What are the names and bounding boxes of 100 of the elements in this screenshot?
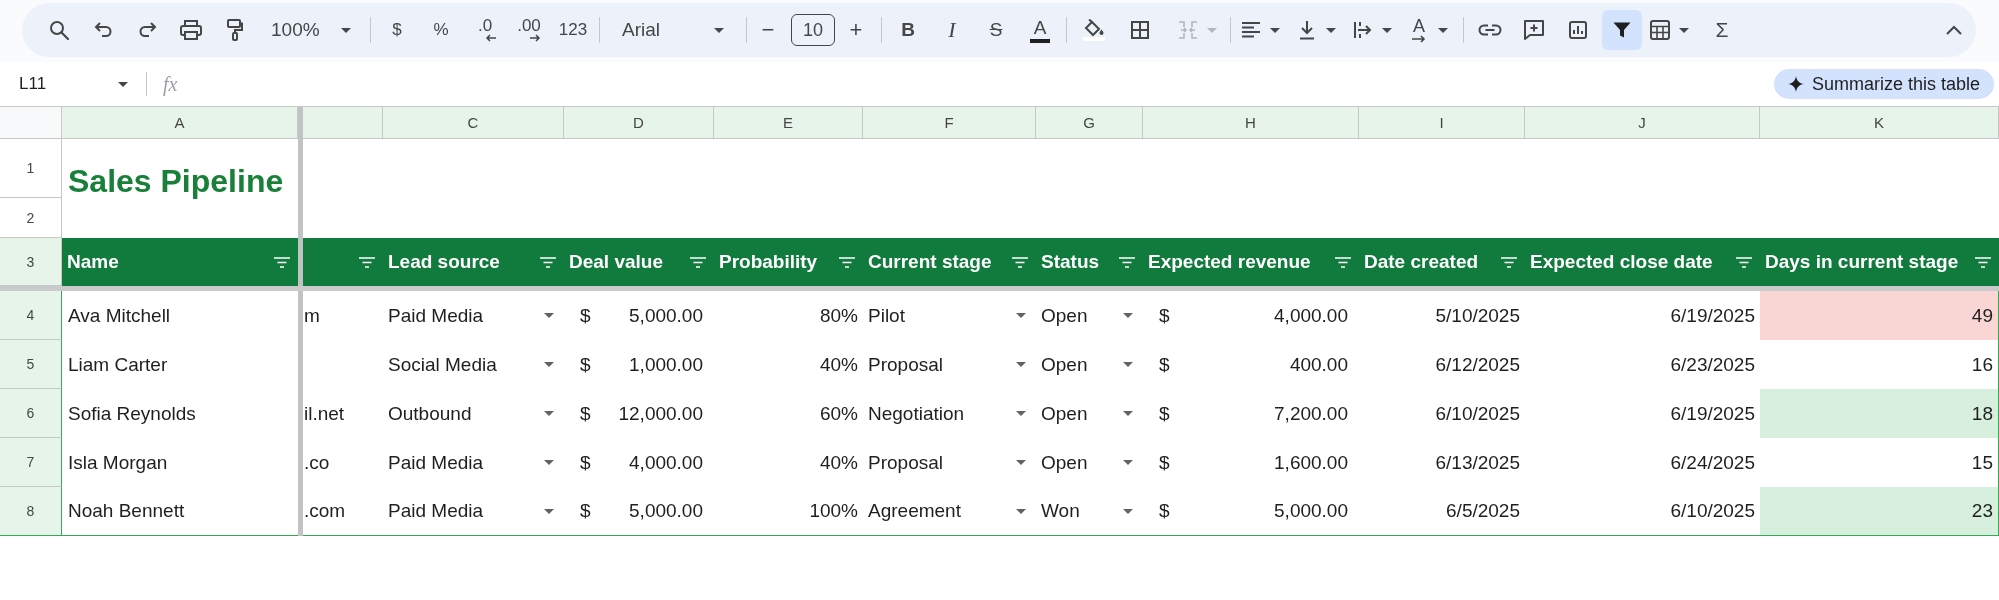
caret-icon bbox=[341, 27, 351, 33]
percent-format-button[interactable]: % bbox=[419, 10, 463, 50]
bar-arrow-icon bbox=[1353, 21, 1373, 39]
text-color-button[interactable]: A bbox=[1018, 10, 1062, 50]
dropdown-cell[interactable]: Proposal bbox=[863, 340, 1036, 389]
column-header[interactable]: I bbox=[1359, 107, 1525, 139]
font-size-field[interactable]: 10 bbox=[791, 14, 835, 46]
number-format-button[interactable]: 123 bbox=[551, 10, 595, 50]
caret-icon bbox=[544, 362, 554, 367]
dropdown-cell[interactable]: Open bbox=[1036, 340, 1143, 389]
summarize-button[interactable]: Summarize this table bbox=[1773, 69, 1994, 99]
table-cell-text: 6/19/2025 bbox=[1669, 303, 1756, 328]
right-arrow-icon bbox=[529, 34, 541, 42]
column-header[interactable]: A bbox=[62, 107, 298, 139]
column-header[interactable]: G bbox=[1036, 107, 1143, 139]
amount-value: 400.00 bbox=[1289, 353, 1348, 376]
caret-icon bbox=[1016, 362, 1026, 367]
italic-button[interactable]: I bbox=[930, 10, 974, 50]
filter-icon[interactable] bbox=[359, 256, 375, 268]
row-header[interactable]: 2 bbox=[0, 198, 62, 238]
caret-icon bbox=[1679, 27, 1689, 33]
dropdown-cell[interactable]: Paid Media bbox=[383, 291, 564, 340]
filter-icon[interactable] bbox=[1975, 256, 1991, 268]
strikethrough-button[interactable]: S bbox=[974, 10, 1018, 50]
filter-icon[interactable] bbox=[1736, 256, 1752, 268]
dropdown-cell[interactable]: Pilot bbox=[863, 291, 1036, 340]
filter-icon[interactable] bbox=[1119, 256, 1135, 268]
row-header[interactable]: 7 bbox=[0, 438, 62, 487]
header-label: Expected revenue bbox=[1148, 251, 1311, 273]
printer-icon bbox=[180, 20, 202, 40]
dropdown-cell[interactable]: Agreement bbox=[863, 487, 1036, 536]
column-header[interactable]: J bbox=[1525, 107, 1760, 139]
table-cell: 18 bbox=[1760, 389, 1999, 438]
caret-icon bbox=[544, 508, 554, 514]
column-header[interactable]: K bbox=[1760, 107, 1999, 139]
dropdown-cell[interactable]: Negotiation bbox=[863, 389, 1036, 438]
sparkle-icon bbox=[1787, 76, 1804, 92]
caret-icon bbox=[1123, 362, 1133, 367]
decrease-font-size-button[interactable]: − bbox=[751, 10, 785, 50]
table-cell-text: 80% bbox=[818, 303, 859, 328]
currency-symbol: $ bbox=[580, 451, 591, 474]
dropdown-cell[interactable]: Outbound bbox=[383, 389, 564, 438]
column-header[interactable]: C bbox=[383, 107, 564, 139]
increase-font-size-button[interactable]: + bbox=[835, 10, 877, 50]
row-header[interactable]: 1 bbox=[0, 139, 62, 198]
table-cell-text: m bbox=[303, 303, 321, 328]
dropdown-cell[interactable]: Open bbox=[1036, 291, 1143, 340]
dropdown-cell[interactable]: Social Media bbox=[383, 340, 564, 389]
column-header[interactable]: H bbox=[1143, 107, 1359, 139]
filter-icon bbox=[1613, 22, 1631, 38]
filter-button[interactable] bbox=[1602, 10, 1642, 50]
caret-icon bbox=[1123, 313, 1133, 318]
row-header[interactable]: 6 bbox=[0, 389, 62, 438]
dropdown-cell[interactable]: Proposal bbox=[863, 438, 1036, 487]
currency-symbol: $ bbox=[1159, 353, 1170, 376]
table-cell: 23 bbox=[1760, 487, 1999, 536]
amount-value: 1,000.00 bbox=[629, 353, 703, 376]
filter-icon[interactable] bbox=[1012, 256, 1028, 268]
row-header[interactable]: 8 bbox=[0, 487, 62, 536]
row-header[interactable]: 4 bbox=[0, 291, 62, 340]
dropdown-cell[interactable]: Won bbox=[1036, 487, 1143, 536]
row-header[interactable]: 5 bbox=[0, 340, 62, 389]
name-box[interactable]: L11 bbox=[8, 68, 136, 100]
currency-symbol: $ bbox=[580, 402, 591, 425]
filter-icon[interactable] bbox=[274, 256, 290, 268]
caret-icon bbox=[1270, 27, 1280, 33]
column-header[interactable]: D bbox=[564, 107, 714, 139]
currency-symbol: $ bbox=[580, 500, 591, 522]
row-header[interactable]: 3 bbox=[0, 238, 62, 286]
header-label: Status bbox=[1041, 251, 1100, 273]
table-cell-text: 6/24/2025 bbox=[1669, 450, 1756, 475]
filter-icon[interactable] bbox=[690, 256, 706, 268]
functions-button[interactable]: Σ bbox=[1700, 10, 1744, 50]
currency-symbol: $ bbox=[1159, 451, 1170, 474]
column-header[interactable]: E bbox=[714, 107, 863, 139]
filter-icon[interactable] bbox=[1335, 256, 1351, 268]
right-arrow-icon bbox=[1412, 35, 1426, 43]
dropdown-cell[interactable]: Open bbox=[1036, 438, 1143, 487]
amount-value: 7,200.00 bbox=[1274, 402, 1348, 425]
borders-grid-icon bbox=[1131, 21, 1149, 39]
increase-decimal-button[interactable]: .00 bbox=[507, 10, 551, 50]
dropdown-cell[interactable]: Open bbox=[1036, 389, 1143, 438]
filter-icon[interactable] bbox=[839, 256, 855, 268]
dropdown-cell[interactable]: Paid Media bbox=[383, 487, 564, 536]
bold-button[interactable]: B bbox=[886, 10, 930, 50]
column-header[interactable]: F bbox=[863, 107, 1036, 139]
header-label: Name bbox=[67, 251, 119, 273]
table-cell-text: 6/19/2025 bbox=[1669, 401, 1756, 426]
table-cell: 6/5/2025 bbox=[1359, 487, 1525, 536]
search-icon bbox=[49, 20, 69, 40]
undo-icon bbox=[93, 21, 113, 39]
text-rotation-button[interactable]: A bbox=[1403, 10, 1459, 50]
currency-format-button[interactable]: $ bbox=[375, 10, 419, 50]
zoom-select[interactable]: 100% bbox=[257, 10, 366, 50]
currency-symbol: $ bbox=[1159, 500, 1170, 522]
filter-icon[interactable] bbox=[1501, 256, 1517, 268]
dropdown-cell[interactable]: Paid Media bbox=[383, 438, 564, 487]
font-select[interactable]: Arial bbox=[604, 10, 742, 50]
decrease-decimal-button[interactable]: .0 bbox=[463, 10, 507, 50]
filter-icon[interactable] bbox=[540, 256, 556, 268]
